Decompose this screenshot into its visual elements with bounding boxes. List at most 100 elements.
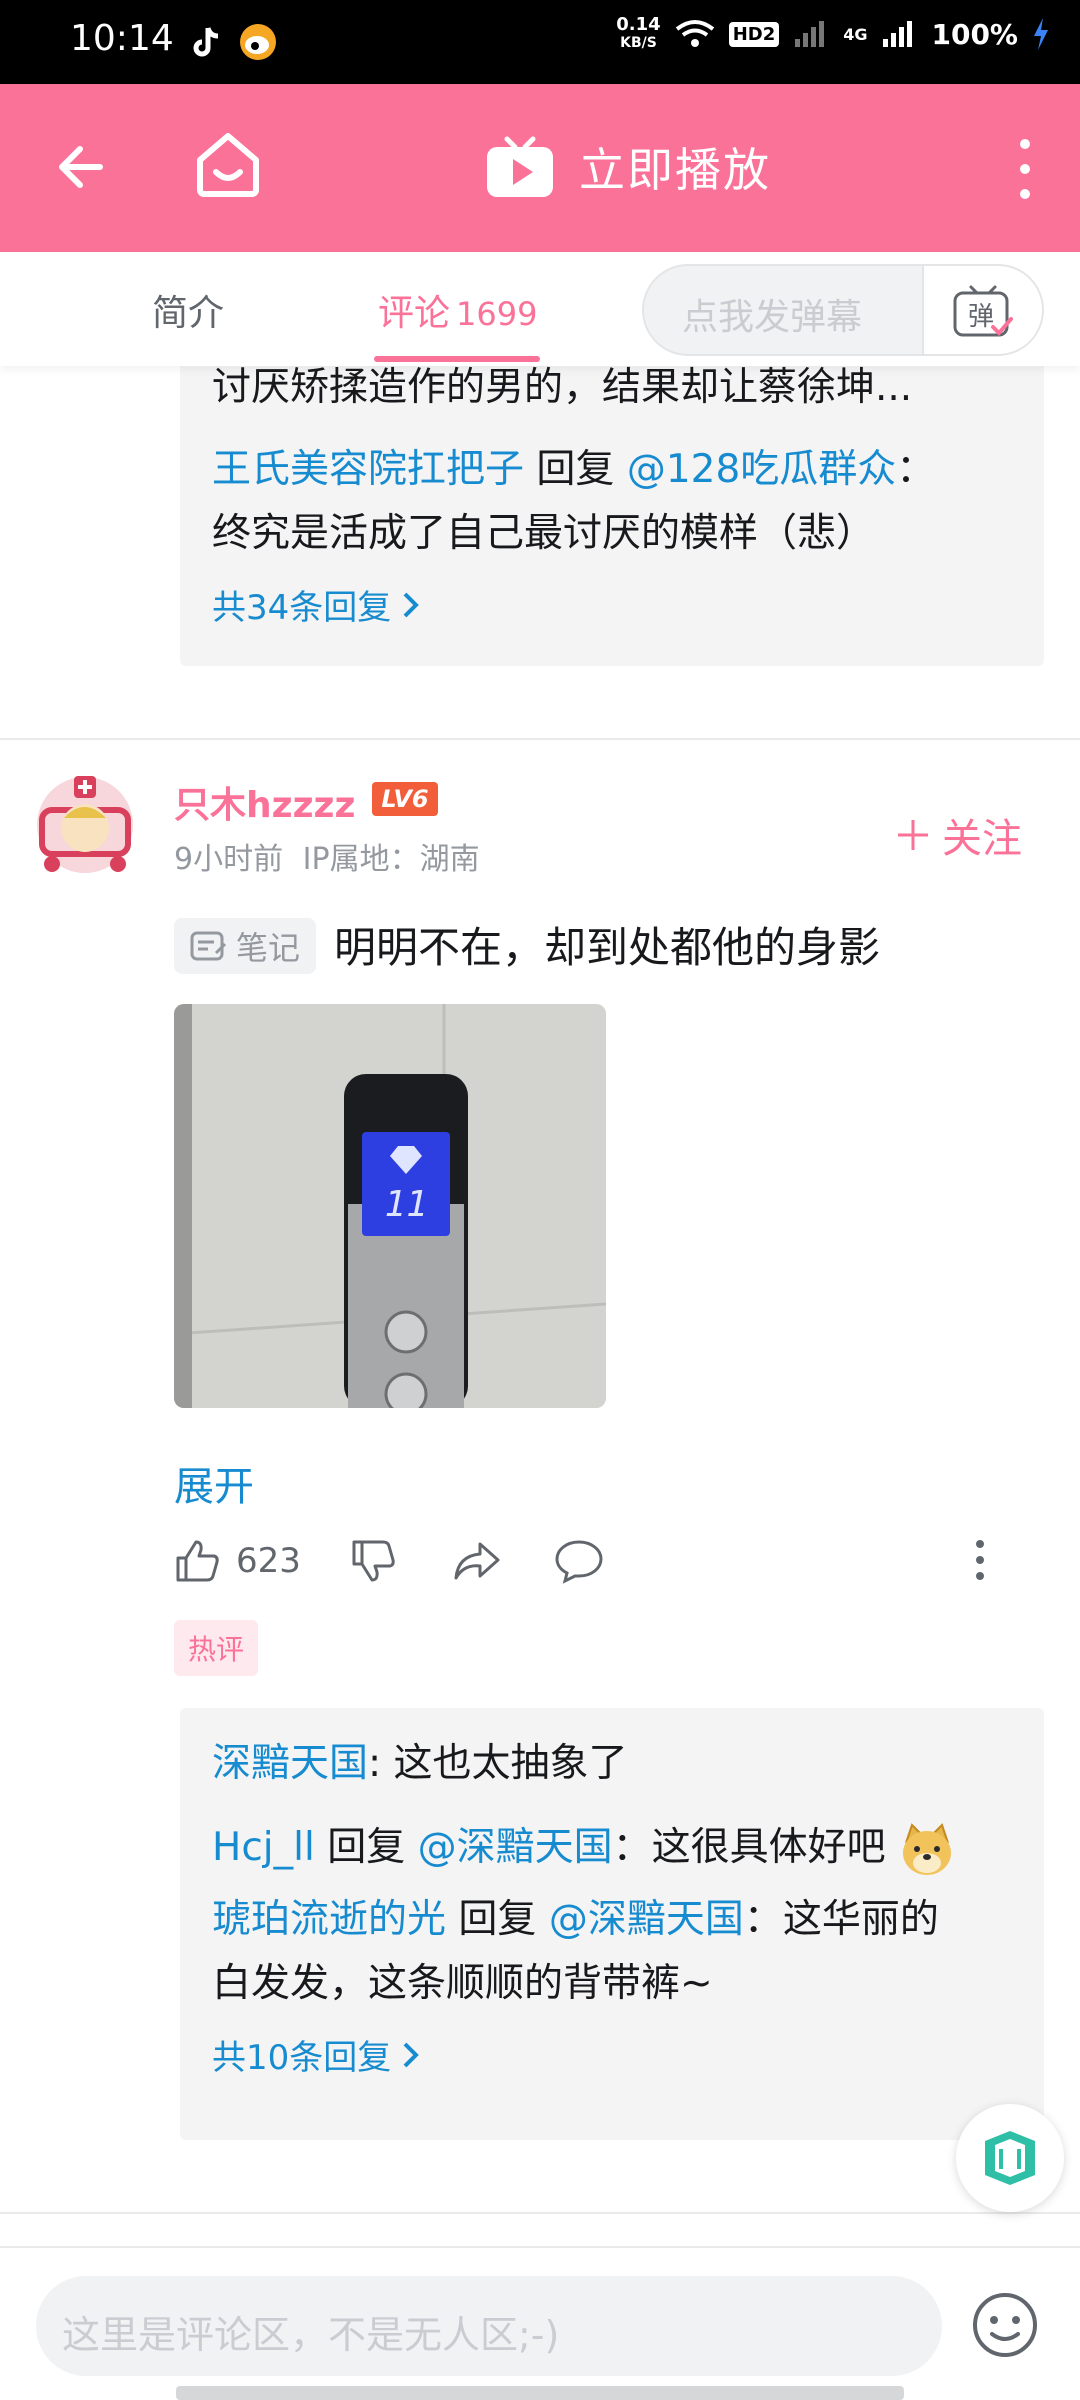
doge-emoji-icon [903,1822,952,1875]
thumbs-down-icon [352,1540,395,1582]
emoji-icon[interactable] [970,2290,1040,2360]
tab-comments[interactable]: 评论 1699 [378,284,537,336]
charging-icon [1034,18,1048,50]
net-speed-unit: KB/S [620,35,657,51]
comment-username[interactable]: 只木hzzzz [174,776,355,828]
comment-time: 9小时前 [174,842,284,877]
comment-image[interactable]: 11 [174,1004,606,1408]
danmaku-input[interactable]: 点我发弹幕 弹 [642,264,1044,356]
dislike-button[interactable] [350,1538,396,1584]
danmaku-placeholder: 点我发弹幕 [682,297,863,338]
reply-text: ：这华丽的 [743,1897,939,1942]
chevron-right-icon [403,2042,420,2067]
note-label: 笔记 [236,929,301,967]
reply-button[interactable] [554,1538,604,1584]
danmaku-toggle-button[interactable]: 弹 [922,266,1042,354]
reply-item[interactable]: 琥珀流逝的光 回复 @深黯天国：这华丽的 [212,1888,1012,1952]
comment-ip: IP属地：湖南 [302,842,480,877]
comment-input[interactable]: 这里是评论区，不是无人区;-) [36,2276,942,2376]
reply-item[interactable]: 深黯天国: 这也太抽象了 [212,1732,1012,1796]
comment-actions: 623 [174,1538,1014,1598]
more-vertical-small-icon [976,1540,984,1580]
note-tag[interactable]: 笔记 [174,918,317,974]
signal-strong-icon [883,21,913,47]
note-icon [190,931,227,961]
home-icon[interactable] [190,126,266,202]
weibo-icon [240,24,276,60]
comment-bubble-icon [555,1540,603,1584]
net-speed-value: 0.14 [616,14,661,35]
follow-button[interactable]: 关注 [896,806,1022,864]
status-right: 0.14 KB/S HD2 4G 100% [616,16,1050,52]
home-indicator [176,2386,904,2400]
tab-intro[interactable]: 简介 [152,284,224,336]
prev-reply-item[interactable]: 王氏美容院扛把子 回复 @128吃瓜群众： [212,438,1012,502]
more-replies-link[interactable]: 共10条回复 [212,2030,1012,2079]
comment-input-placeholder: 这里是评论区，不是无人区;-) [62,2313,560,2357]
reply-username[interactable]: 王氏美容院扛把子 [212,447,524,492]
status-time: 10:14 [70,18,174,59]
comment-more-button[interactable] [974,1538,986,1582]
tiktok-icon [193,27,219,57]
like-count: 623 [236,1541,301,1581]
reply-username[interactable]: Hcj_ll [212,1825,315,1870]
reply-text-continued: 白发发，这条顺顺的背带裤~ [212,1961,713,2006]
prev-truncated-line: 讨厌矫揉造作的男的，结果却让蔡徐坤... [212,366,913,410]
share-button[interactable] [452,1538,502,1584]
prev-more-replies[interactable]: 共34条回复 [212,580,1012,629]
reply-box[interactable]: 深黯天国: 这也太抽象了 Hcj_ll 回复 @深黯天国：这很具体好吧 琥珀流逝… [180,1708,1044,2140]
reply-colon: ： [896,447,936,492]
status-bar: 10:14 0.14 KB/S HD2 4G 100% [0,0,1080,84]
cube-icon [985,2131,1035,2185]
follow-label: 关注 [942,816,1022,862]
play-now-label: 立即播放 [579,143,771,197]
reply-word: 回复 [327,1825,406,1870]
battery-level: 100% [931,17,1018,51]
reply-target[interactable]: @深黯天国 [549,1897,744,1942]
active-tab-indicator [374,356,540,362]
floating-action-button[interactable] [956,2104,1064,2212]
thumbs-up-icon [176,1540,219,1582]
prev-reply-text: 终究是活成了自己最讨厌的模样（悲） [212,511,876,556]
comment-divider [0,2212,1080,2214]
comment-list[interactable]: 讨厌矫揉造作的男的，结果却让蔡徐坤... 王氏美容院扛把子 回复 @128吃瓜群… [0,366,1080,2246]
wifi-icon [675,20,714,47]
top-header: 立即播放 [0,84,1080,252]
elevator-panel-image: 11 [174,1004,606,1408]
reply-word: 回复 [458,1897,537,1942]
reply-target[interactable]: @128吃瓜群众 [627,447,896,492]
tv-play-icon [487,136,553,197]
reply-text: ：这很具体好吧 [612,1825,886,1870]
tab-comments-count: 1699 [456,295,538,333]
danmaku-button-label: 弹 [968,302,994,332]
play-now-button[interactable]: 立即播放 [485,134,771,200]
comment-divider [0,738,1080,740]
hot-comment-tag: 热评 [174,1620,259,1676]
net-speed: 0.14 KB/S [616,16,660,52]
reply-target[interactable]: @深黯天国 [418,1825,613,1870]
expand-link[interactable]: 展开 [174,1454,254,1512]
prev-reply-box[interactable]: 讨厌矫揉造作的男的，结果却让蔡徐坤... 王氏美容院扛把子 回复 @128吃瓜群… [180,366,1044,666]
back-arrow-icon[interactable] [50,132,120,202]
reply-text: 这也太抽象了 [381,1741,628,1786]
tab-comments-label: 评论 [378,293,451,334]
reply-word: 回复 [536,447,615,492]
plus-icon [898,820,928,850]
user-avatar[interactable] [30,770,140,880]
danmaku-tv-icon: 弹 [953,285,1013,337]
prev-more-replies-label: 共34条回复 [212,588,392,628]
reply-separator: : [368,1741,382,1786]
more-replies-label: 共10条回复 [212,2038,392,2078]
signal-weak-icon [795,21,825,47]
comment-text: 明明不在，却到处都他的身影 [334,923,881,972]
reply-username[interactable]: 琥珀流逝的光 [212,1897,446,1942]
reply-username[interactable]: 深黯天国 [212,1741,368,1786]
chevron-right-icon [403,592,420,617]
reply-item[interactable]: Hcj_ll 回复 @深黯天国：这很具体好吧 [212,1816,1012,1880]
more-vertical-icon[interactable] [1010,134,1040,204]
like-button[interactable]: 623 [174,1538,301,1584]
comment-meta: 9小时前 IP属地：湖南 [174,834,480,878]
network-type: 4G [843,24,868,44]
bottom-comment-bar: 这里是评论区，不是无人区;-) [0,2246,1080,2400]
hd-badge: HD2 [728,21,780,47]
